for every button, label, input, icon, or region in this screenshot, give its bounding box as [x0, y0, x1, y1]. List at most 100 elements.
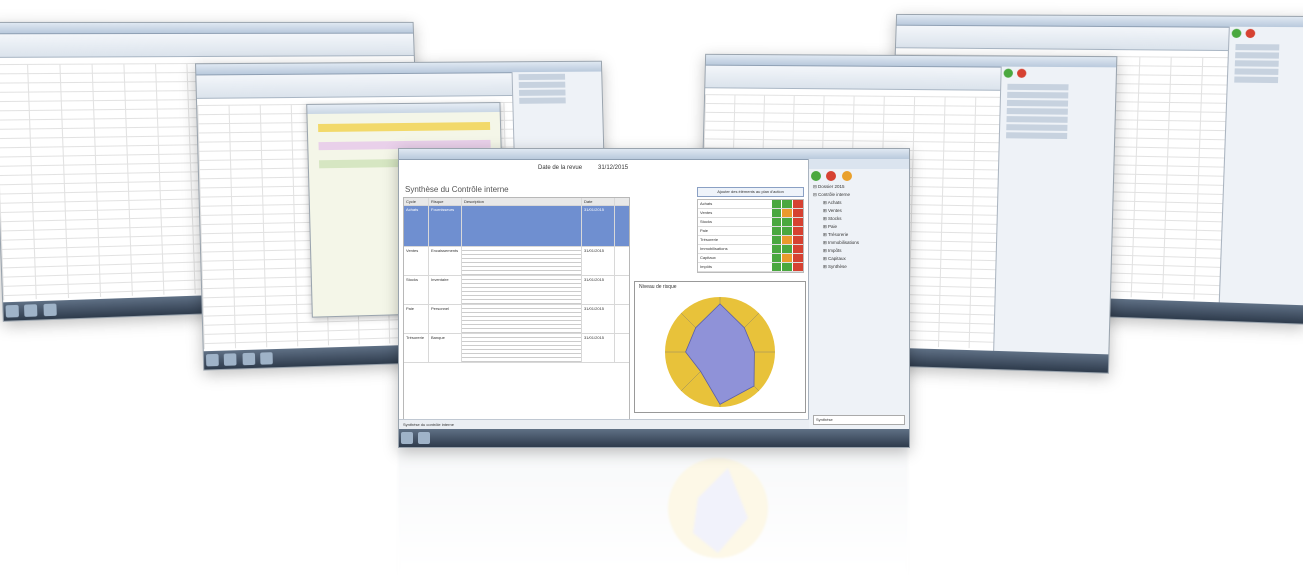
status-cell[interactable]	[770, 254, 782, 262]
app-icon[interactable]	[260, 352, 274, 365]
red-stop-icon[interactable]	[1016, 68, 1027, 78]
tree-item[interactable]: ⊞ Achats	[809, 199, 909, 207]
status-cell[interactable]	[781, 263, 793, 271]
status-row-label: Immobilisations	[700, 246, 728, 251]
status-cell[interactable]	[781, 200, 793, 208]
table-row[interactable]: Achats Fournisseurs 31/01/2015	[404, 206, 629, 247]
table-row[interactable]: Ventes Encaissements 31/01/2015	[404, 247, 629, 276]
app-icon[interactable]	[205, 353, 219, 367]
tree-item[interactable]: ⊞ Stocks	[809, 215, 909, 223]
status-row: Trésorerie	[698, 236, 803, 245]
status-cell[interactable]	[781, 218, 793, 226]
ribbon	[0, 33, 414, 58]
table-cell: Ventes	[404, 247, 429, 275]
status-cell[interactable]	[770, 227, 782, 235]
table-cell: Personnel	[429, 305, 462, 333]
status-cell[interactable]	[781, 245, 793, 253]
table-row[interactable]: Paie Personnel 31/01/2015	[404, 305, 629, 334]
status-cell[interactable]	[792, 218, 803, 226]
status-cell[interactable]	[792, 236, 803, 244]
table-body: Achats Fournisseurs 31/01/2015 Ventes Encais…	[404, 206, 629, 363]
green-check-icon[interactable]	[811, 171, 821, 181]
red-stop-icon[interactable]	[1245, 28, 1256, 39]
pane-bottom-input-value: Synthèse	[816, 417, 833, 422]
tree-line	[519, 97, 597, 104]
reflection-radar	[668, 458, 768, 558]
tree-item[interactable]: ⊞ Trésorerie	[809, 231, 909, 239]
status-cell[interactable]	[781, 209, 793, 217]
status-cell[interactable]	[792, 200, 803, 208]
status-row: Ventes	[698, 209, 803, 218]
app-icon[interactable]	[242, 352, 256, 366]
table-cell: 31/01/2015	[582, 247, 615, 275]
status-cell[interactable]	[792, 254, 803, 262]
pencil-icon[interactable]	[841, 171, 852, 181]
status-cell[interactable]	[792, 209, 803, 217]
tree-line	[1235, 44, 1303, 51]
table-cell	[462, 276, 582, 304]
tree-item[interactable]: ⊞ Paie	[809, 223, 909, 231]
table-row[interactable]: Stocks Inventaire 31/01/2015	[404, 276, 629, 305]
table-cell: Fournisseurs	[429, 206, 462, 246]
status-row-label: Achats	[700, 201, 713, 206]
table-cell: Paie	[404, 305, 429, 333]
status-cell[interactable]	[770, 218, 782, 226]
start-icon[interactable]	[5, 304, 20, 318]
status-row: Stocks	[698, 218, 803, 227]
status-cell[interactable]	[781, 227, 793, 235]
status-cell[interactable]	[792, 263, 803, 271]
status-row-label: Impôts	[700, 264, 713, 269]
status-row-label: Paie	[700, 228, 709, 233]
table-cell: Inventaire	[429, 276, 462, 304]
table-cell: 31/01/2015	[582, 206, 615, 246]
excel-icon[interactable]	[43, 303, 57, 317]
status-row: Paie	[698, 227, 803, 236]
tree-line	[1234, 60, 1303, 68]
screenshots-collage: Date de la revue 31/12/2015 Synthèse du …	[0, 0, 1303, 580]
status-row: Impôts	[698, 263, 803, 272]
red-stop-icon[interactable]	[826, 171, 837, 181]
table-row[interactable]: Trésorerie Banque 31/01/2015	[404, 334, 629, 363]
pane-tabs	[809, 159, 909, 169]
pane-bottom-input[interactable]: Synthèse	[813, 415, 905, 425]
green-check-icon[interactable]	[1231, 28, 1242, 38]
table-cell: Stocks	[404, 276, 429, 304]
side-panel	[993, 66, 1117, 355]
add-action-plan-button[interactable]: Ajouter des éléments au plan d'action	[697, 187, 804, 197]
dialog-field[interactable]	[318, 122, 491, 133]
status-cell[interactable]	[770, 209, 782, 217]
dialog-titlebar	[307, 103, 500, 115]
table-cell	[462, 206, 582, 246]
status-bar-text: Synthèse du contrôle interne	[403, 422, 454, 427]
table-cell: Achats	[404, 206, 429, 246]
pane-toolbar	[809, 169, 909, 183]
col-description: Description	[462, 198, 582, 205]
status-cell[interactable]	[792, 227, 803, 235]
tree-item[interactable]: ⊞ Impôts	[809, 247, 909, 255]
tree-line	[1006, 99, 1109, 108]
status-cell[interactable]	[770, 200, 782, 208]
green-check-icon[interactable]	[1003, 68, 1014, 78]
folder-icon[interactable]	[24, 304, 38, 317]
status-cell[interactable]	[770, 263, 782, 271]
tree-item[interactable]: ⊞ Capitaux	[809, 255, 909, 263]
tree-item[interactable]: ⊞ Immobilisations	[809, 239, 909, 247]
table-cell: 31/01/2015	[582, 305, 615, 333]
tree-item[interactable]: ⊟ Contrôle interne	[809, 191, 909, 199]
start-icon[interactable]	[401, 432, 413, 444]
status-cell[interactable]	[770, 245, 782, 253]
excel-icon[interactable]	[418, 432, 431, 444]
status-cell[interactable]	[781, 254, 793, 262]
status-cell[interactable]	[792, 245, 803, 253]
tree-item[interactable]: ⊞ Ventes	[809, 207, 909, 215]
tree-line	[1235, 52, 1303, 59]
tree-item[interactable]: ⊟ Dossier 2015	[809, 183, 909, 191]
status-cell[interactable]	[770, 236, 782, 244]
col-date: Date	[582, 198, 615, 205]
tree-item[interactable]: ⊞ Synthèse	[809, 263, 909, 271]
status-grid: Achats Ventes Stocks Paie Trésorerie Immobili…	[697, 199, 804, 273]
status-cell[interactable]	[781, 236, 793, 244]
table-cell: 31/01/2015	[582, 334, 615, 362]
tree-line	[1006, 108, 1109, 116]
app-icon[interactable]	[224, 353, 237, 366]
